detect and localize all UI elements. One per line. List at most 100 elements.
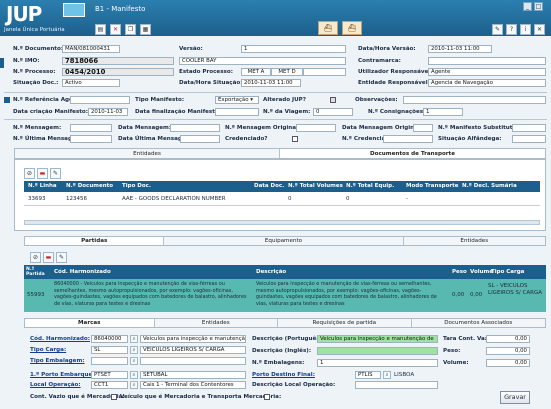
data-criacao-field[interactable]: 2010-11-03 [88, 108, 128, 116]
tab-equipamento[interactable]: Equipamento [164, 237, 404, 245]
tipo-embalagem-link[interactable]: Tipo Embalagem: [30, 358, 85, 364]
clear-partida-icon[interactable]: ⊘ [30, 252, 41, 263]
edit-partida-icon[interactable]: ✎ [56, 252, 67, 263]
tipo-manifesto-select[interactable]: Exportação ▾ [215, 96, 259, 104]
horizontal-scrollbar[interactable] [24, 220, 540, 225]
search-icon[interactable]: ⌕ [130, 346, 138, 354]
local-operacao-link[interactable]: Local Operação: [30, 382, 81, 388]
search-icon[interactable]: ⌕ [130, 335, 138, 343]
grid-edit-icon[interactable]: ✎ [50, 168, 61, 179]
cell-total-volumes: 0 [288, 196, 292, 202]
estado-processo-field-2[interactable]: MET D [271, 68, 303, 76]
tipo-carga-link[interactable]: Tipo Carga: [30, 347, 66, 353]
edit-icon[interactable]: ✎ [492, 24, 503, 35]
data-mensagem-original-field[interactable] [413, 124, 433, 132]
observacoes-field[interactable] [403, 96, 546, 104]
minimize-button[interactable]: _ [523, 2, 532, 11]
situacao-alfandega-field[interactable] [512, 135, 546, 143]
data-hora-versao-label: Data/Hora Versão: [358, 46, 416, 52]
numero-mensagem-original-field[interactable] [296, 124, 336, 132]
copy-icon[interactable]: ❐ [125, 24, 136, 35]
collapse-icon[interactable] [4, 97, 10, 103]
situacao-doc-field[interactable]: Activo [62, 79, 120, 87]
data-hora-situacao-label: Data/Hora Situação: [179, 80, 243, 86]
numero-credencial-field[interactable] [383, 135, 433, 143]
estado-processo-field-1[interactable]: MET A [241, 68, 271, 76]
search-icon[interactable]: ⌕ [130, 371, 138, 379]
contramarca-field[interactable] [428, 57, 546, 65]
descricao-pt-field[interactable]: Veículos para inspecção e manutenção de [317, 335, 438, 343]
cont-vazio-checkbox[interactable] [111, 394, 117, 400]
vessel-icon[interactable]: ⛴ [318, 21, 338, 35]
cod-harmonizado-field[interactable]: 86040000 [91, 335, 128, 343]
remove-partida-icon[interactable]: ▬ [43, 252, 54, 263]
peso-field[interactable]: 0,00 [486, 347, 530, 355]
alterado-jup-checkbox[interactable] [330, 97, 336, 103]
maximize-button[interactable]: □ [534, 2, 543, 11]
tab-entidades[interactable]: Entidades [15, 149, 280, 158]
numero-processo-field[interactable]: 0454/2010 [62, 68, 174, 76]
cod-harmonizado-link[interactable]: Cód. Harmonizado: [30, 336, 90, 342]
local-operacao-desc: Cais 1 - Terminal dos Contentores [140, 381, 246, 389]
grid-remove-icon[interactable]: ▬ [37, 168, 48, 179]
tab-documentos-transporte[interactable]: Documentos de Transporte [280, 149, 545, 158]
app-logo: JUP [6, 2, 42, 26]
data-hora-situacao-field[interactable]: 2010-11-03 11:00 [241, 79, 301, 87]
cell-descricao: Veículos para inspecção e manutenção de … [256, 281, 437, 307]
numero-viagem-field[interactable]: 0 [313, 108, 353, 116]
search-icon[interactable]: ⌕ [130, 357, 138, 365]
utilizador-field[interactable]: Agente [428, 68, 546, 76]
porto-destino-link[interactable]: Porto Destino Final: [252, 372, 315, 378]
clear-icon[interactable]: ⊘ [24, 168, 35, 179]
tipo-carga-field[interactable]: SL [91, 346, 128, 354]
new-icon[interactable]: ▤ [95, 24, 106, 35]
entidade-field[interactable]: Agencia de Navegação [428, 79, 546, 87]
tab-entidades-partida[interactable]: Entidades [404, 237, 545, 245]
referencia-agente-field[interactable] [70, 96, 130, 104]
numero-ultima-mensagem-field[interactable] [70, 135, 112, 143]
data-ultima-mensagem-field[interactable] [180, 135, 220, 143]
info-icon[interactable]: i [520, 24, 531, 35]
vessel-alt-icon[interactable]: ⛴ [342, 21, 362, 35]
numero-imo-field[interactable]: 7818066 [62, 57, 174, 65]
search-icon[interactable]: ⌕ [130, 381, 138, 389]
credenciado-checkbox[interactable] [292, 136, 298, 142]
porto-embarque-field[interactable]: PTSET [91, 371, 128, 379]
estado-processo-field-3[interactable] [303, 68, 346, 76]
descricao-en-field[interactable] [317, 347, 438, 355]
numero-documento-field[interactable]: MAN/081000431 [62, 45, 120, 53]
tab-documentos-associados[interactable]: Documentos Associados [412, 319, 545, 327]
cell-peso: 0,00 [452, 292, 465, 298]
numero-manifesto-substituto-field[interactable] [512, 124, 546, 132]
data-mensagem-field[interactable] [170, 124, 220, 132]
tara-field[interactable]: 0,00 [486, 335, 530, 343]
navio-field[interactable]: COOLER BAY [179, 57, 346, 65]
volume-field[interactable]: 0,00 [486, 359, 530, 367]
tipo-embalagem-field[interactable] [91, 357, 128, 365]
close-window-icon[interactable]: ✕ [534, 24, 545, 35]
descricao-local-label: Descrição Local Operação: [252, 382, 336, 388]
numero-consignacoes-field[interactable]: 1 [423, 108, 463, 116]
local-operacao-field[interactable]: CCT1 [91, 381, 128, 389]
print-icon[interactable]: ▦ [140, 24, 151, 35]
table-row[interactable]: 33693 123456 AAE - GOODS DECLARATION NUM… [24, 192, 540, 206]
data-finalizacao-field[interactable] [215, 108, 259, 116]
numero-mensagem-field[interactable] [70, 124, 112, 132]
table-row[interactable]: 55993 86040000 - Veículos para inspecção… [24, 279, 546, 312]
porto-embarque-link[interactable]: 1.º Porto Embarque: [30, 372, 95, 378]
help-icon[interactable]: ? [506, 24, 517, 35]
search-icon[interactable]: ⌕ [383, 371, 391, 379]
numero-embalagens-field[interactable]: 1 [317, 359, 438, 367]
descricao-local-field[interactable] [355, 381, 438, 389]
tab-partidas[interactable]: Partidas [25, 237, 165, 245]
tab-requisicoes[interactable]: Requisições de partida [278, 319, 412, 327]
delete-icon[interactable]: ✕ [110, 24, 121, 35]
tab-marcas[interactable]: Marcas [25, 319, 155, 327]
side-handle[interactable] [0, 58, 4, 68]
tab-entidades-detalhe[interactable]: Entidades [155, 319, 279, 327]
data-hora-versao-field[interactable]: 2010-11-03 11:00 [428, 45, 492, 53]
porto-destino-field[interactable]: PTLIS [355, 371, 381, 379]
veiculo-checkbox[interactable] [264, 394, 270, 400]
versao-field[interactable]: 1 [241, 45, 346, 53]
gravar-button[interactable]: Gravar [500, 391, 530, 404]
